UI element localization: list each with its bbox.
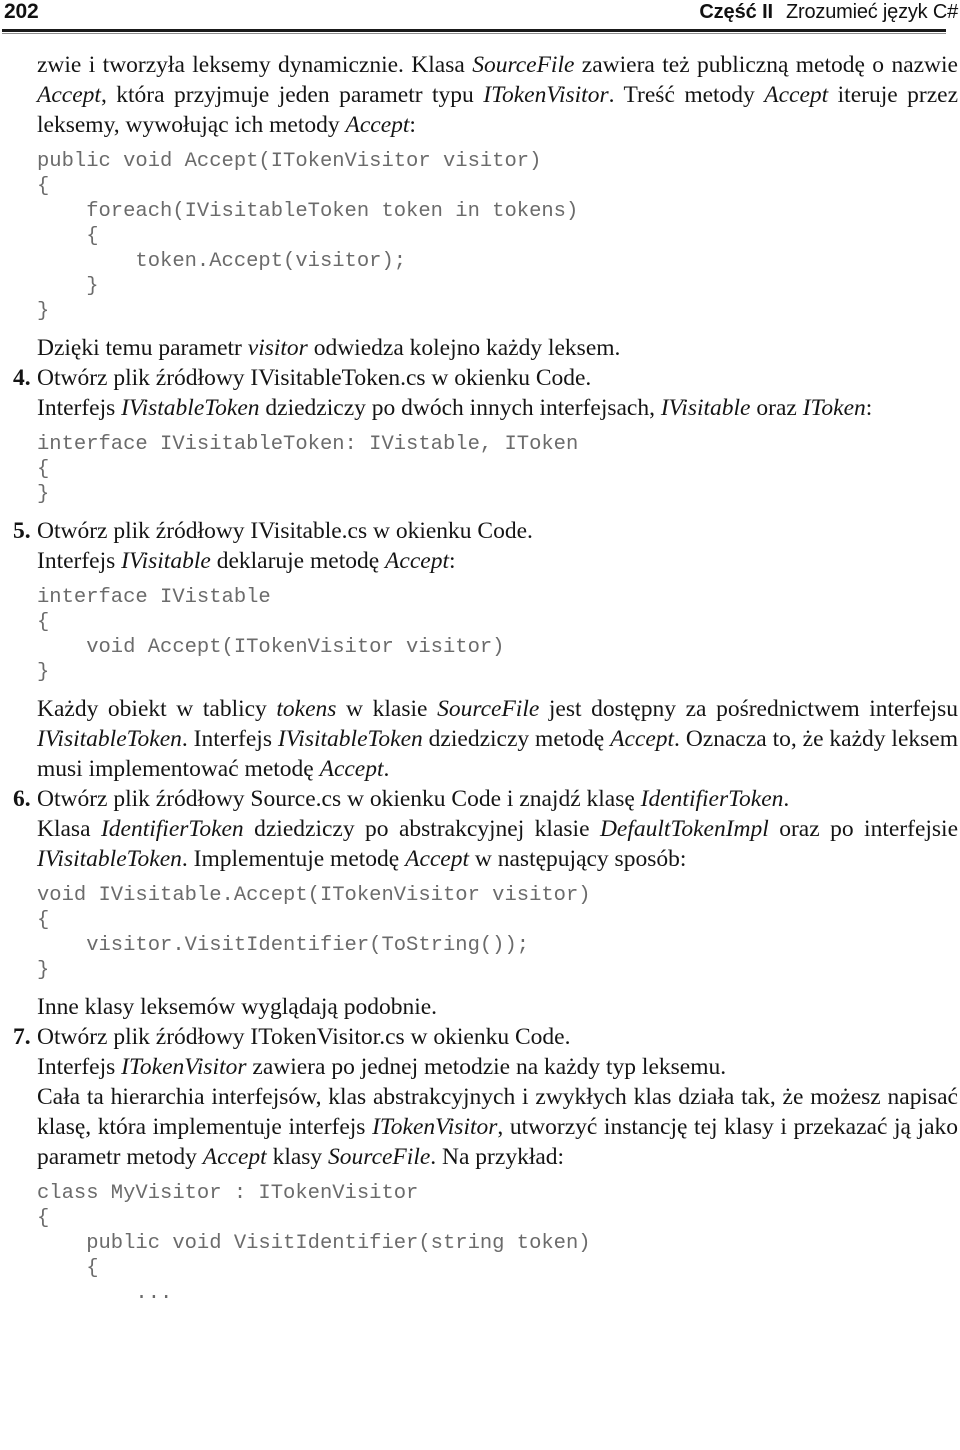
emphasis-accept: Accept	[37, 82, 101, 108]
step-item-4: 4. Otwórz plik źródłowy IVisitableToken.c…	[13, 363, 954, 393]
text-run: zwie i tworzyła leksemy dynamicznie. Kla…	[37, 52, 473, 78]
step-number: 5.	[13, 518, 31, 544]
emphasis-identifiertoken: IdentifierToken	[100, 816, 244, 842]
text-run: . Implementuje metodę	[181, 846, 406, 872]
text-run: zawiera też publiczną metodę o nazwie	[574, 52, 958, 78]
paragraph-declares-accept: Interfejs IVisitable deklaruje metodę Ac…	[37, 546, 954, 576]
text-run: deklaruje metodę	[210, 548, 386, 574]
emphasis-accept: Accept	[385, 548, 449, 574]
text-run: odwiedza kolejno każdy leksem.	[307, 335, 621, 361]
text-run: w klasie	[336, 696, 438, 722]
paragraph-intro: zwie i tworzyła leksemy dynamicznie. Kla…	[37, 50, 958, 140]
emphasis-ivisitabletoken: IVisitableToken	[37, 726, 182, 752]
step-item-5: 5. Otwórz plik źródłowy IVisitable.cs w o…	[13, 516, 954, 546]
emphasis-ivisitabletoken: IVisitableToken	[37, 846, 182, 872]
code-block-ivistable: interface IVistable { void Accept(IToken…	[37, 586, 505, 684]
text-run: Każdy obiekt w tablicy	[37, 696, 277, 722]
text-run: .	[783, 786, 790, 812]
text-run: klasy	[266, 1144, 329, 1170]
step-text: Otwórz plik źródłowy IVisitableToken.cs …	[37, 365, 592, 391]
paragraph-ivistabletoken: Interfejs IVistableToken dziedziczy po d…	[37, 393, 958, 423]
emphasis-ivisitable: IVisitable	[121, 548, 211, 574]
text-run: , która przyjmuje jeden parametr typu	[100, 82, 484, 108]
emphasis-itokenvisitor: ITokenVisitor	[121, 1054, 247, 1080]
text-run: Interfejs	[37, 1054, 122, 1080]
emphasis-defaulttokenimpl: DefaultTokenImpl	[599, 816, 769, 842]
text-run: oraz po interfejsie	[768, 816, 959, 842]
book-page: 202 Część II Zrozumieć język C# zwie i tw…	[0, 0, 960, 1450]
text-run: dziedziczy po dwóch innych interfejsach,	[259, 395, 661, 421]
emphasis-accept: Accept	[764, 82, 829, 108]
text-run: Interfejs	[37, 548, 122, 574]
text-run: .	[383, 756, 390, 782]
code-block-accept: public void Accept(ITokenVisitor visitor…	[37, 150, 579, 323]
step-number: 6.	[13, 786, 31, 812]
code-block-myvisitor: class MyVisitor : ITokenVisitor { public…	[37, 1182, 591, 1305]
step-item-7: 7. Otwórz plik źródłowy ITokenVisitor.cs …	[13, 1022, 954, 1052]
text-run: zawiera po jednej metodzie na każdy typ …	[246, 1054, 727, 1080]
emphasis-itokenvisitor: ITokenVisitor	[483, 82, 609, 108]
emphasis-accept: Accept	[345, 112, 410, 138]
paragraph-visitor: Dzięki temu parametr visitor odwiedza ko…	[37, 333, 954, 363]
text-run: Dzięki temu parametr	[37, 335, 248, 361]
text-run: jest dostępny za pośrednictwem interfejs…	[539, 696, 958, 722]
emphasis-tokens: tokens	[276, 696, 337, 722]
text-run: oraz	[750, 395, 803, 421]
paragraph-identifiertoken: Klasa IdentifierToken dziedziczy po abst…	[37, 814, 958, 874]
emphasis-sourcefile: SourceFile	[472, 52, 575, 78]
step-text: Otwórz plik źródłowy Source.cs w okienku…	[37, 786, 641, 812]
header-part-label: Część II	[699, 1, 773, 23]
paragraph-each-object: Każdy obiekt w tablicy tokens w klasie S…	[37, 694, 958, 784]
emphasis-ivisitabletoken: IVisitableToken	[277, 726, 423, 752]
text-run: . Interfejs	[181, 726, 278, 752]
emphasis-ivistabletoken: IVistableToken	[121, 395, 260, 421]
header-book-title: Zrozumieć język C#	[786, 1, 958, 23]
text-run: dziedziczy po abstrakcyjnej klasie	[243, 816, 600, 842]
emphasis-itoken: IToken	[802, 395, 866, 421]
step-number: 4.	[13, 365, 31, 391]
step-item-6: 6. Otwórz plik źródłowy Source.cs w okien…	[13, 784, 954, 814]
text-run: . Na przykład:	[430, 1144, 565, 1170]
text-run: . Treść metody	[608, 82, 765, 108]
emphasis-accept: Accept	[405, 846, 470, 872]
header-title-group: Część II Zrozumieć język C#	[699, 1, 958, 24]
page-number: 202	[4, 0, 39, 23]
paragraph-hierarchy: Cała ta hierarchia interfejsów, klas abs…	[37, 1082, 958, 1172]
emphasis-accept: Accept	[202, 1144, 267, 1170]
text-run: dziedziczy metodę	[422, 726, 611, 752]
step-text: Otwórz plik źródłowy IVisitable.cs w oki…	[37, 518, 533, 544]
header-rule-thick	[2, 29, 946, 32]
paragraph-other-classes: Inne klasy leksemów wyglądają podobnie.	[37, 994, 438, 1020]
text-run: :	[448, 548, 456, 574]
emphasis-ivisitable: IVisitable	[660, 395, 751, 421]
emphasis-accept: Accept	[610, 726, 675, 752]
code-block-visitidentifier: void IVisitable.Accept(ITokenVisitor vis…	[37, 884, 591, 982]
text-run: w następujący sposób:	[469, 846, 687, 872]
emphasis-sourcefile: SourceFile	[437, 696, 540, 722]
emphasis-sourcefile: SourceFile	[328, 1144, 431, 1170]
step-text: Otwórz plik źródłowy ITokenVisitor.cs w …	[37, 1024, 571, 1050]
step-number: 7.	[13, 1024, 31, 1050]
text-run: :	[409, 112, 416, 138]
emphasis-itokenvisitor: ITokenVisitor	[372, 1114, 498, 1140]
emphasis-accept: Accept	[319, 756, 384, 782]
text-run: Klasa	[37, 816, 101, 842]
emphasis-identifiertoken: IdentifierToken	[640, 786, 784, 812]
text-run: :	[865, 395, 873, 421]
text-run: Interfejs	[37, 395, 122, 421]
emphasis-visitor: visitor	[247, 335, 308, 361]
code-block-ivisitabletoken: interface IVisitableToken: IVistable, IT…	[37, 433, 579, 506]
paragraph-itokenvisitor: Interfejs ITokenVisitor zawiera po jedne…	[37, 1052, 954, 1082]
page-content: zwie i tworzyła leksemy dynamicznie. Kla…	[0, 34, 960, 1306]
running-header: 202 Część II Zrozumieć język C#	[0, 0, 960, 26]
